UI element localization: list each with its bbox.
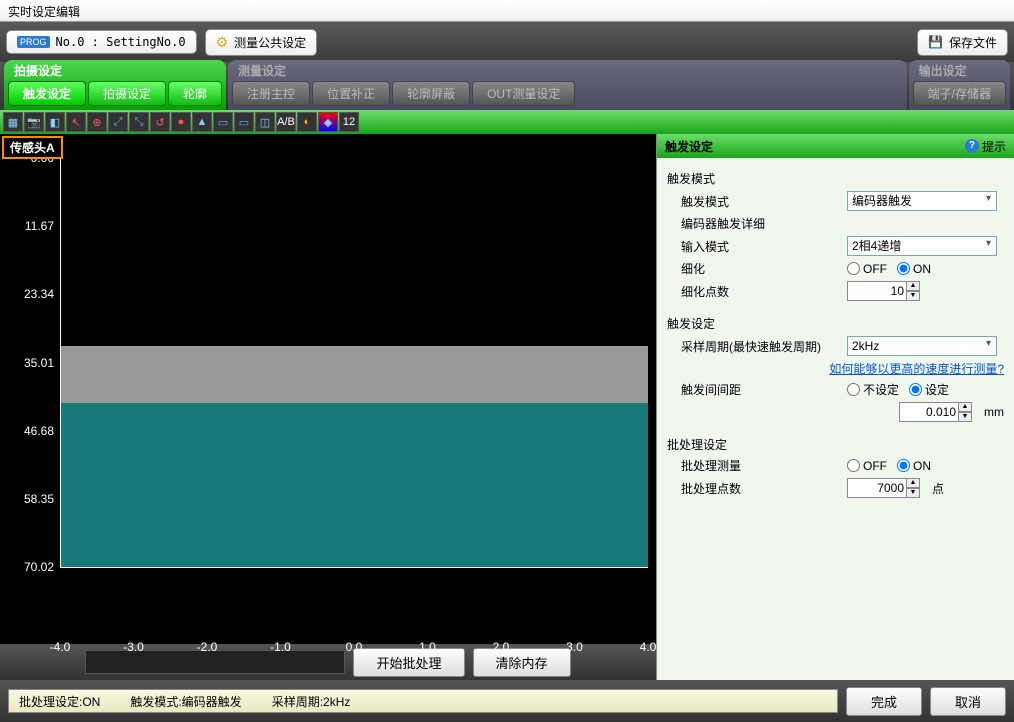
interval-down-icon[interactable]: ▼: [958, 412, 972, 422]
y-axis: 0.0011.6723.3435.0146.6858.3570.02: [6, 158, 56, 567]
chart-canvas[interactable]: 0.0011.6723.3435.0146.6858.3570.02: [60, 158, 648, 568]
tool-icon-9[interactable]: ●: [171, 112, 191, 132]
subtab-register[interactable]: 注册主控: [232, 81, 310, 106]
tool-icon-7[interactable]: ⤡: [129, 112, 149, 132]
status-strip: 批处理设定:ON 触发模式:编码器触发 采样周期:2kHz: [8, 689, 838, 713]
interval-noset-radio[interactable]: 不设定: [847, 381, 899, 398]
chart[interactable]: X:[1mm/div] Y:[11.67mm/div] 0.0011.6723.…: [60, 158, 648, 636]
subtab-capture[interactable]: 拍摄设定: [88, 81, 166, 106]
tool-icon-2[interactable]: 📷: [24, 112, 44, 132]
status-batch: 批处理设定:ON: [19, 693, 100, 710]
tool-icon-6[interactable]: ⤢: [108, 112, 128, 132]
thin-down-icon[interactable]: ▼: [906, 291, 920, 301]
profile-band-teal: [61, 403, 648, 567]
plot-area: 传感头A X:[1mm/div] Y:[11.67mm/div] 0.0011.…: [0, 134, 656, 680]
subtab-trigger[interactable]: 触发设定: [8, 81, 86, 106]
subtab-terminal[interactable]: 端子/存储器: [913, 81, 1006, 106]
batch-points-label: 批处理点数: [681, 480, 841, 497]
interval-input[interactable]: [899, 402, 959, 422]
profile-band-gray: [61, 346, 648, 403]
finish-button[interactable]: 完成: [846, 687, 922, 716]
tab-group-output: 输出设定 端子/存储器: [909, 60, 1010, 110]
tab-group-capture: 拍摄设定 触发设定 拍摄设定 轮廓: [4, 60, 226, 110]
side-body: 触发模式 触发模式 编码器触发 编码器触发详细 输入模式 2相4递增 细化 OF…: [657, 158, 1014, 680]
side-panel: 触发设定 提示 触发模式 触发模式 编码器触发 编码器触发详细 输入模式 2相4…: [656, 134, 1014, 680]
sample-label: 采样周期(最快速触发周期): [681, 338, 841, 355]
tool-icon-15[interactable]: ◐: [297, 112, 317, 132]
save-file-label: 保存文件: [949, 34, 997, 51]
tool-icon-14[interactable]: A/B: [276, 112, 296, 132]
input-mode-select[interactable]: 2相4递增: [847, 236, 997, 256]
thin-up-icon[interactable]: ▲: [906, 281, 920, 291]
tool-icon-16[interactable]: ◆: [318, 112, 338, 132]
tool-icon-17[interactable]: 12: [339, 112, 359, 132]
tab-header-output[interactable]: 输出设定: [913, 62, 1006, 81]
input-mode-label: 输入模式: [681, 238, 841, 255]
subtab-contour-mask[interactable]: 轮廓屏蔽: [392, 81, 470, 106]
section-batch: 批处理设定: [667, 436, 1004, 453]
section-trigger-set: 触发设定: [667, 315, 1004, 332]
meas-common-label: 测量公共设定: [234, 34, 306, 51]
icon-toolbar: ▦ 📷 ◧ ↖ ⊕ ⤢ ⤡ ↺ ● ▲ ▭ ▭ ◫ A/B ◐ ◆ 12: [0, 110, 1014, 134]
subtab-contour[interactable]: 轮廓: [168, 81, 222, 106]
tool-icon-13[interactable]: ◫: [255, 112, 275, 132]
status-sample: 采样周期:2kHz: [272, 693, 351, 710]
gear-icon: ⚙: [216, 34, 229, 51]
tool-icon-1[interactable]: ▦: [3, 112, 23, 132]
save-icon: 💾: [928, 35, 943, 49]
status-trigger: 触发模式:编码器触发: [130, 693, 241, 710]
window-title: 实时设定编辑: [0, 0, 1014, 22]
setting-no-button[interactable]: PROG No.0 : SettingNo.0: [6, 30, 197, 54]
cancel-button[interactable]: 取消: [930, 687, 1006, 716]
batch-points-unit: 点: [932, 480, 944, 497]
thin-points-label: 细化点数: [681, 283, 841, 300]
encoder-detail-label: 编码器触发详细: [681, 215, 1004, 232]
tool-icon-4[interactable]: ↖: [66, 112, 86, 132]
side-panel-header: 触发设定 提示: [657, 134, 1014, 158]
batch-on-radio[interactable]: ON: [897, 459, 931, 473]
tool-icon-5[interactable]: ⊕: [87, 112, 107, 132]
batch-up-icon[interactable]: ▲: [906, 478, 920, 488]
section-trigger-mode: 触发模式: [667, 170, 1004, 187]
thin-label: 细化: [681, 260, 841, 277]
interval-label: 触发间间距: [681, 381, 841, 398]
top-toolbar: PROG No.0 : SettingNo.0 ⚙ 测量公共设定 💾 保存文件: [0, 22, 1014, 62]
side-title: 触发设定: [665, 138, 713, 155]
interval-unit: mm: [984, 405, 1004, 419]
subtab-out-measure[interactable]: OUT测量设定: [472, 81, 575, 106]
batch-meas-label: 批处理测量: [681, 457, 841, 474]
tab-group-measure: 测量设定 注册主控 位置补正 轮廓屏蔽 OUT测量设定: [228, 60, 907, 110]
subtab-position[interactable]: 位置补正: [312, 81, 390, 106]
meas-common-button[interactable]: ⚙ 测量公共设定: [205, 29, 318, 56]
tool-icon-11[interactable]: ▭: [213, 112, 233, 132]
tool-icon-10[interactable]: ▲: [192, 112, 212, 132]
tool-icon-3[interactable]: ◧: [45, 112, 65, 132]
thin-on-radio[interactable]: ON: [897, 262, 931, 276]
speed-link[interactable]: 如何能够以更高的速度进行测量?: [829, 360, 1004, 377]
setting-no-label: No.0 : SettingNo.0: [56, 35, 186, 49]
status-bar: 批处理设定:ON 触发模式:编码器触发 采样周期:2kHz 完成 取消: [0, 680, 1014, 722]
batch-points-input[interactable]: [847, 478, 907, 498]
main-tabs: 拍摄设定 触发设定 拍摄设定 轮廓 测量设定 注册主控 位置补正 轮廓屏蔽 OU…: [0, 62, 1014, 110]
batch-off-radio[interactable]: OFF: [847, 459, 887, 473]
tool-icon-12[interactable]: ▭: [234, 112, 254, 132]
help-link[interactable]: 提示: [965, 138, 1006, 155]
interval-set-radio[interactable]: 设定: [909, 381, 949, 398]
sensor-label: 传感头A: [2, 136, 63, 159]
trigger-mode-label: 触发模式: [681, 193, 841, 210]
tool-icon-8[interactable]: ↺: [150, 112, 170, 132]
thin-points-input[interactable]: [847, 281, 907, 301]
x-axis: -4.0-3.0-2.0-1.00.01.02.03.04.0: [60, 640, 648, 656]
prog-icon: PROG: [17, 36, 50, 48]
interval-up-icon[interactable]: ▲: [958, 402, 972, 412]
sample-select[interactable]: 2kHz: [847, 336, 997, 356]
tab-header-capture[interactable]: 拍摄设定: [8, 62, 222, 81]
batch-down-icon[interactable]: ▼: [906, 488, 920, 498]
tab-header-measure[interactable]: 测量设定: [232, 62, 903, 81]
trigger-mode-select[interactable]: 编码器触发: [847, 191, 997, 211]
thin-off-radio[interactable]: OFF: [847, 262, 887, 276]
save-file-button[interactable]: 💾 保存文件: [917, 29, 1008, 56]
